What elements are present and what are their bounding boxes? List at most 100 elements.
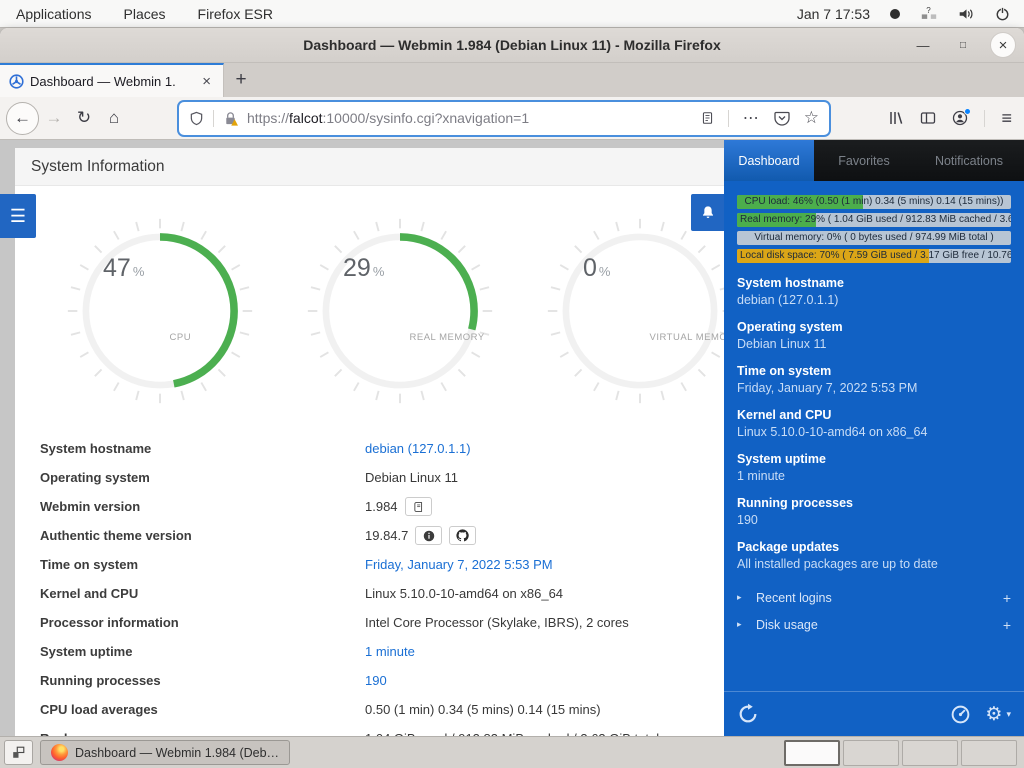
workspace-2[interactable] <box>843 740 899 766</box>
tracking-shield-icon[interactable] <box>189 111 204 126</box>
disk-usage-toggle[interactable]: ▸ Disk usage + <box>737 611 1011 638</box>
gauge-ticks <box>308 219 492 403</box>
network-icon[interactable]: ? <box>920 6 938 21</box>
back-button[interactable]: ← <box>6 102 39 135</box>
divider <box>728 110 729 127</box>
recent-logins-toggle[interactable]: ▸ Recent logins + <box>737 584 1011 611</box>
window-titlebar[interactable]: Dashboard — Webmin 1.984 (Debian Linux 1… <box>0 28 1024 63</box>
browser-viewport: System Information 47% CPU <box>0 140 1024 736</box>
caret-right-icon: ▸ <box>737 619 751 630</box>
table-row: Real memory 1.04 GiB used / 912.83 MiB c… <box>40 724 724 736</box>
gauge-value: 0% <box>583 254 610 283</box>
status-dot-icon <box>890 9 900 19</box>
new-tab-button[interactable]: + <box>224 63 258 97</box>
gear-icon[interactable]: ⚙ <box>985 703 1002 726</box>
bookmark-star-icon[interactable]: ☆ <box>804 108 819 128</box>
reader-view-icon[interactable] <box>701 111 714 125</box>
gauge-label: VIRTUAL MEMORY <box>650 332 725 343</box>
divider <box>213 110 214 127</box>
workspace-4[interactable] <box>961 740 1017 766</box>
theme-info-button[interactable] <box>415 526 442 545</box>
uptime-link[interactable]: 1 minute <box>365 644 724 659</box>
close-button[interactable]: × <box>990 32 1016 58</box>
hostname-link[interactable]: debian (127.0.1.1) <box>365 441 724 456</box>
sidebars-icon[interactable] <box>920 110 936 126</box>
show-desktop-button[interactable] <box>4 740 33 765</box>
bottom-taskbar: Dashboard — Webmin 1.984 (Deb… <box>0 736 1024 768</box>
clock[interactable]: Jan 7 17:53 <box>797 6 870 22</box>
page-title: System Information <box>15 148 724 186</box>
virtual-memory-gauge: 0% VIRTUAL MEMORY <box>545 216 724 406</box>
sidebar-collapsibles: ▸ Recent logins + ▸ Disk usage + <box>737 584 1011 638</box>
minimize-button[interactable]: — <box>910 32 936 58</box>
dashboard-gauge-icon[interactable] <box>950 704 971 725</box>
notification-dot <box>964 108 971 115</box>
home-button[interactable]: ⌂ <box>99 103 129 133</box>
changelog-icon <box>413 501 424 513</box>
tab-close-icon[interactable]: × <box>199 73 214 90</box>
table-row: System uptime 1 minute <box>40 637 724 666</box>
divider <box>984 110 985 127</box>
library-icon[interactable] <box>888 110 904 126</box>
tab-dashboard-panel[interactable]: Dashboard <box>724 140 814 181</box>
workspace-1[interactable] <box>784 740 840 766</box>
firefox-esr-menu[interactable]: Firefox ESR <box>182 0 289 27</box>
table-row: System hostname debian (127.0.1.1) <box>40 434 724 463</box>
page-actions-icon[interactable]: ⋯ <box>743 108 760 128</box>
app-menu-icon[interactable]: ≡ <box>1001 108 1012 129</box>
bell-icon <box>700 205 716 221</box>
url-bar[interactable]: https://falcot:10000/sysinfo.cgi?xnaviga… <box>179 102 829 135</box>
volume-icon[interactable] <box>958 7 975 21</box>
workspace-3[interactable] <box>902 740 958 766</box>
gauge-ticks <box>548 219 724 403</box>
taskbar-window-button[interactable]: Dashboard — Webmin 1.984 (Deb… <box>40 740 290 765</box>
table-row: Running processes 190 <box>40 666 724 695</box>
refresh-icon[interactable] <box>737 703 759 725</box>
sidebar-tabs: Dashboard Favorites Notifications <box>724 140 1024 181</box>
firefox-window: Dashboard — Webmin 1.984 (Debian Linux 1… <box>0 28 1024 736</box>
tab-favorites[interactable]: Favorites <box>814 140 914 181</box>
webmin-favicon-icon <box>9 74 24 89</box>
forward-button[interactable]: → <box>39 103 69 133</box>
window-title: Dashboard — Webmin 1.984 (Debian Linux 1… <box>303 37 721 53</box>
expand-plus-icon[interactable]: + <box>1003 617 1011 633</box>
dashboard-sidebar: Dashboard Favorites Notifications CPU lo… <box>724 140 1024 736</box>
applications-menu[interactable]: Applications <box>0 0 108 27</box>
caret-down-icon[interactable]: ▾ <box>1006 709 1011 720</box>
notifications-bell-button[interactable] <box>691 194 724 231</box>
pocket-icon[interactable] <box>774 110 790 126</box>
list-item: System hostname debian (127.0.1.1) <box>737 276 1011 307</box>
system-info-table: System hostname debian (127.0.1.1) Opera… <box>40 434 724 736</box>
power-icon[interactable] <box>995 6 1010 21</box>
disk-space-meter: Local disk space: 70% ( 7.59 GiB used / … <box>737 249 1011 263</box>
list-item: Operating system Debian Linux 11 <box>737 320 1011 351</box>
tab-dashboard[interactable]: Dashboard — Webmin 1. × <box>0 63 224 97</box>
gauge-value: 47% <box>103 254 144 283</box>
webmin-page: System Information 47% CPU <box>0 140 724 736</box>
tab-notifications[interactable]: Notifications <box>914 140 1024 181</box>
caret-right-icon: ▸ <box>737 592 751 603</box>
places-menu[interactable]: Places <box>108 0 182 27</box>
maximize-button[interactable]: □ <box>950 32 976 58</box>
table-row: Time on system Friday, January 7, 2022 5… <box>40 550 724 579</box>
url-text[interactable]: https://falcot:10000/sysinfo.cgi?xnaviga… <box>247 110 692 126</box>
gauge-label: CPU <box>170 332 192 343</box>
gauge-label: REAL MEMORY <box>410 332 485 343</box>
changelog-button[interactable] <box>405 497 432 516</box>
workspace-switcher <box>784 740 1020 766</box>
list-item: System uptime 1 minute <box>737 452 1011 483</box>
expand-plus-icon[interactable]: + <box>1003 590 1011 606</box>
reload-button[interactable]: ↻ <box>69 103 99 133</box>
sidebar-info: System hostname debian (127.0.1.1) Opera… <box>737 276 1011 571</box>
theme-github-button[interactable] <box>449 526 476 545</box>
sidebar-toggle-button[interactable]: ☰ <box>0 194 36 238</box>
processes-link[interactable]: 190 <box>365 673 724 688</box>
table-row: Authentic theme version 19.84.7 <box>40 521 724 550</box>
time-link[interactable]: Friday, January 7, 2022 5:53 PM <box>365 557 724 572</box>
tab-bar: Dashboard — Webmin 1. × + <box>0 63 1024 97</box>
gauge-ticks <box>68 219 252 403</box>
cpu-gauge: 47% CPU <box>65 216 255 406</box>
table-row: Kernel and CPU Linux 5.10.0-10-amd64 on … <box>40 579 724 608</box>
info-icon <box>423 530 435 542</box>
insecure-lock-icon[interactable] <box>223 111 238 126</box>
